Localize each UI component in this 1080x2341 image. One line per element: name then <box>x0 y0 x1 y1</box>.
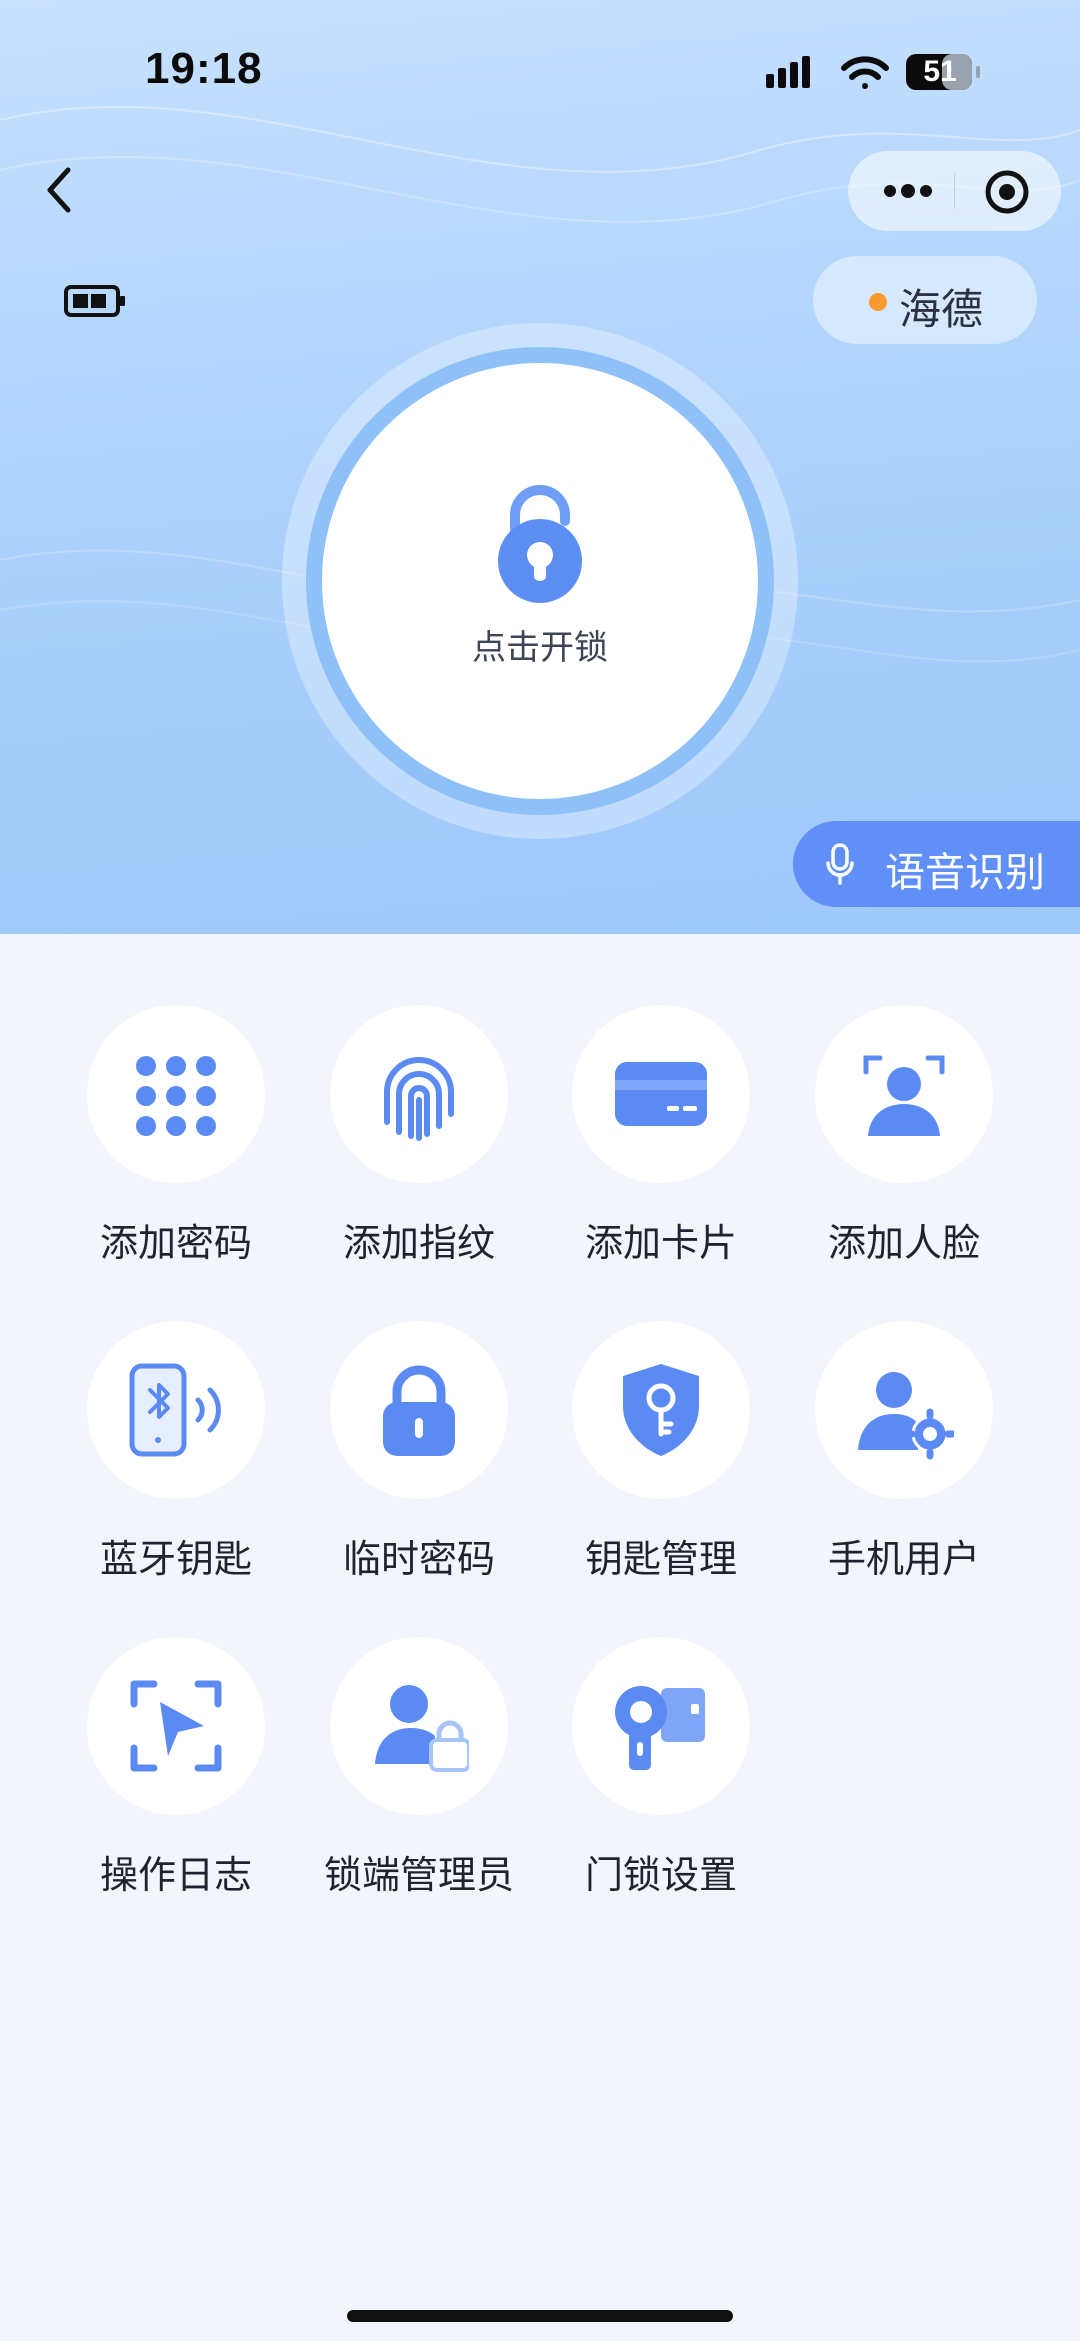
user-settings-icon <box>858 1372 954 1460</box>
device-name: 海德 <box>899 285 984 334</box>
card-icon <box>615 1062 707 1126</box>
capsule-divider <box>954 173 955 209</box>
device-status-dot <box>869 293 887 311</box>
face-scan-icon <box>863 1055 945 1136</box>
feature-label: 门锁设置 <box>584 1853 737 1897</box>
chevron-left-icon[interactable] <box>34 160 84 220</box>
wifi-icon <box>841 56 889 89</box>
feature-icon-bg <box>330 1005 508 1183</box>
status-time: 19:18 <box>145 44 263 93</box>
bluetooth-key-icon <box>129 1363 221 1457</box>
feature-add-card[interactable]: 添加卡片 <box>515 1005 755 1305</box>
unlock-label: 点击开锁 <box>472 628 608 668</box>
fingerprint-icon <box>384 1057 454 1141</box>
feature-icon-bg <box>815 1005 993 1183</box>
feature-icon-bg <box>87 1321 265 1499</box>
shield-key-icon <box>623 1364 699 1456</box>
feature-key-management[interactable]: 钥匙管理 <box>515 1321 755 1621</box>
unlock-button[interactable]: 点击开锁 <box>322 363 758 799</box>
battery-percent: 51 <box>923 55 957 88</box>
voice-recognition-button[interactable]: 语音识别 <box>793 821 1080 907</box>
feature-icon-bg <box>87 1637 265 1815</box>
feature-lock-admin[interactable]: 锁端管理员 <box>273 1637 514 1937</box>
feature-icon-bg <box>572 1321 750 1499</box>
device-selector[interactable]: 海德 <box>813 256 1037 344</box>
feature-label: 添加人脸 <box>827 1221 980 1265</box>
keypad-icon <box>136 1056 216 1136</box>
feature-icon-bg <box>330 1637 508 1815</box>
target-icon[interactable] <box>984 169 1030 215</box>
mini-program-capsule <box>848 151 1061 231</box>
feature-bluetooth-key[interactable]: 蓝牙钥匙 <box>30 1321 270 1621</box>
signal-icon <box>766 56 810 88</box>
feature-icon-bg <box>572 1637 750 1815</box>
feature-add-password[interactable]: 添加密码 <box>30 1005 270 1305</box>
more-dots-icon[interactable] <box>878 171 938 211</box>
feature-icon-bg <box>87 1005 265 1183</box>
feature-temp-password[interactable]: 临时密码 <box>273 1321 513 1621</box>
feature-add-fingerprint[interactable]: 添加指纹 <box>273 1005 513 1305</box>
feature-label: 手机用户 <box>827 1537 980 1581</box>
feature-icon-bg <box>572 1005 750 1183</box>
lock-icon <box>383 1365 455 1456</box>
feature-door-lock-settings[interactable]: 门锁设置 <box>515 1637 755 1937</box>
door-lock-settings-icon <box>615 1686 705 1770</box>
padlock-icon <box>498 485 582 603</box>
feature-icon-bg <box>815 1321 993 1499</box>
feature-add-face[interactable]: 添加人脸 <box>758 1005 998 1305</box>
feature-phone-users[interactable]: 手机用户 <box>758 1321 998 1621</box>
voice-label: 语音识别 <box>885 850 1045 896</box>
feature-icon-bg <box>330 1321 508 1499</box>
microphone-icon <box>826 843 854 885</box>
battery-icon <box>64 285 125 317</box>
home-indicator[interactable] <box>347 2310 733 2322</box>
feature-operation-log[interactable]: 操作日志 <box>30 1637 270 1937</box>
user-lock-icon <box>375 1685 469 1772</box>
log-play-icon <box>130 1680 222 1772</box>
